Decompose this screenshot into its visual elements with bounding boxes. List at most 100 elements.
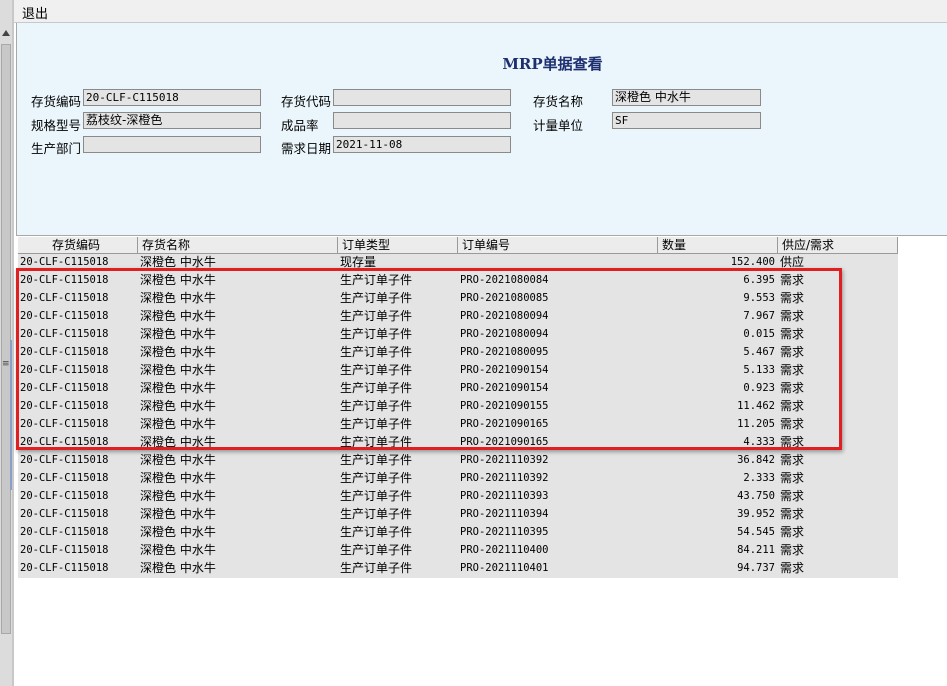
arrow-up-icon[interactable] [2,30,10,36]
table-row[interactable]: 20-CLF-C115018 深橙色 中水牛 生产订单子件 PRO-202108009… [18,308,898,326]
row-order-no: PRO-2021110395 [460,526,549,538]
row-supply-demand: 需求 [780,435,805,449]
row-inv-name: 深橙色 中水牛 [140,561,216,575]
row-supply-demand: 需求 [780,345,805,359]
inv-name-label: 存货名称 [533,94,584,109]
row-inv-name: 深橙色 中水牛 [140,309,216,323]
row-qty: 5.133 [743,364,775,376]
row-inv-name: 深橙色 中水牛 [140,435,216,449]
row-qty: 5.467 [743,346,775,358]
row-order-no: PRO-2021090165 [460,436,549,448]
row-order-type: 生产订单子件 [340,381,413,395]
row-inv-code: 20-CLF-C115018 [20,526,109,538]
inv-name-field[interactable]: 深橙色 中水牛 [612,89,761,106]
date-field[interactable]: 2021-11-08 [333,136,511,153]
row-order-type: 生产订单子件 [340,417,413,431]
col-header-order-no[interactable]: 订单编号 [458,237,658,254]
scroll-thumb[interactable] [1,44,11,634]
table-row[interactable]: 20-CLF-C115018 深橙色 中水牛 生产订单子件 PRO-202111040… [18,542,898,560]
row-order-type: 生产订单子件 [340,471,413,485]
table-row[interactable]: 20-CLF-C115018 深橙色 中水牛 生产订单子件 PRO-202108009… [18,326,898,344]
row-inv-name: 深橙色 中水牛 [140,291,216,305]
table-row[interactable]: 20-CLF-C115018 深橙色 中水牛 生产订单子件 PRO-202111039… [18,452,898,470]
row-order-type: 生产订单子件 [340,399,413,413]
row-inv-name: 深橙色 中水牛 [140,399,216,413]
row-supply-demand: 需求 [780,525,805,539]
row-order-type: 生产订单子件 [340,525,413,539]
left-scrollbar[interactable]: ≡ [0,0,14,686]
row-order-type: 生产订单子件 [340,345,413,359]
row-qty: 7.967 [743,310,775,322]
row-inv-name: 深橙色 中水牛 [140,453,216,467]
header-form-panel: MRP单据查看 存货编码 20-CLF-C115018 存货代码 存货名称 深橙… [16,23,947,236]
row-qty: 43.750 [737,490,775,502]
yield-field[interactable] [333,112,511,129]
table-row[interactable]: 20-CLF-C115018 深橙色 中水牛 生产订单子件 PRO-202111039… [18,488,898,506]
table-row[interactable]: 20-CLF-C115018 深橙色 中水牛 生产订单子件 PRO-202111039… [18,524,898,542]
table-row[interactable]: 20-CLF-C115018 深橙色 中水牛 生产订单子件 PRO-202108008… [18,290,898,308]
table-row[interactable]: 20-CLF-C115018 深橙色 中水牛 生产订单子件 PRO-202111039… [18,506,898,524]
col-header-qty[interactable]: 数量 [658,237,778,254]
row-order-type: 生产订单子件 [340,291,413,305]
inv-alias-field[interactable] [333,89,511,106]
row-qty: 54.545 [737,526,775,538]
col-header-inv-name[interactable]: 存货名称 [138,237,338,254]
row-qty: 4.333 [743,436,775,448]
row-inv-name: 深橙色 中水牛 [140,255,216,269]
row-order-no: PRO-2021090154 [460,382,549,394]
table-row[interactable]: 20-CLF-C115018 深橙色 中水牛 生产订单子件 PRO-202111039… [18,470,898,488]
row-order-type: 生产订单子件 [340,363,413,377]
inv-code-field[interactable]: 20-CLF-C115018 [83,89,261,106]
row-order-no: PRO-2021110401 [460,562,549,574]
row-inv-code: 20-CLF-C115018 [20,544,109,556]
grid-header-row: 存货编码 存货名称 订单类型 订单编号 数量 供应/需求 [18,237,898,254]
row-supply-demand: 需求 [780,417,805,431]
table-row[interactable]: 20-CLF-C115018 深橙色 中水牛 生产订单子件 PRO-202108008… [18,272,898,290]
table-row[interactable]: 20-CLF-C115018 深橙色 中水牛 现存量 152.400 供应 [18,254,898,272]
unit-label: 计量单位 [533,118,584,133]
row-qty: 36.842 [737,454,775,466]
row-inv-code: 20-CLF-C115018 [20,436,109,448]
row-order-type: 生产订单子件 [340,489,413,503]
col-header-supply-demand[interactable]: 供应/需求 [778,237,898,254]
table-row[interactable]: 20-CLF-C115018 深橙色 中水牛 生产订单子件 PRO-202109015… [18,398,898,416]
exit-menu-item[interactable]: 退出 [22,3,48,22]
dept-field[interactable] [83,136,261,153]
row-order-no: PRO-2021080094 [460,328,549,340]
table-row[interactable]: 20-CLF-C115018 深橙色 中水牛 生产订单子件 PRO-202111040… [18,560,898,578]
row-qty: 11.205 [737,418,775,430]
row-inv-name: 深橙色 中水牛 [140,543,216,557]
table-row[interactable]: 20-CLF-C115018 深橙色 中水牛 生产订单子件 PRO-202109015… [18,362,898,380]
row-order-no: PRO-2021080084 [460,274,549,286]
row-supply-demand: 需求 [780,453,805,467]
row-inv-name: 深橙色 中水牛 [140,471,216,485]
table-row[interactable]: 20-CLF-C115018 深橙色 中水牛 生产订单子件 PRO-202109015… [18,380,898,398]
row-inv-name: 深橙色 中水牛 [140,273,216,287]
row-order-no: PRO-2021080085 [460,292,549,304]
row-qty: 39.952 [737,508,775,520]
table-row[interactable]: 20-CLF-C115018 深橙色 中水牛 生产订单子件 PRO-202109016… [18,434,898,452]
row-inv-code: 20-CLF-C115018 [20,328,109,340]
col-header-order-type[interactable]: 订单类型 [338,237,458,254]
spec-field[interactable]: 荔枝纹-深橙色 [83,112,261,129]
row-order-no: PRO-2021090154 [460,364,549,376]
table-row[interactable]: 20-CLF-C115018 深橙色 中水牛 生产订单子件 PRO-202109016… [18,416,898,434]
row-inv-name: 深橙色 中水牛 [140,345,216,359]
row-order-type: 生产订单子件 [340,561,413,575]
row-inv-name: 深橙色 中水牛 [140,417,216,431]
row-qty: 0.015 [743,328,775,340]
unit-field[interactable]: SF [612,112,761,129]
splitter[interactable] [12,0,14,686]
row-qty: 9.553 [743,292,775,304]
row-qty: 6.395 [743,274,775,286]
inv-alias-label: 存货代码 [281,94,332,109]
row-inv-name: 深橙色 中水牛 [140,381,216,395]
row-inv-name: 深橙色 中水牛 [140,489,216,503]
row-supply-demand: 需求 [780,507,805,521]
row-qty: 2.333 [743,472,775,484]
inv-code-label: 存货编码 [31,94,82,109]
table-row[interactable]: 20-CLF-C115018 深橙色 中水牛 生产订单子件 PRO-202108009… [18,344,898,362]
row-inv-code: 20-CLF-C115018 [20,274,109,286]
row-order-no: PRO-2021110393 [460,490,549,502]
col-header-inv-code[interactable]: 存货编码 [18,237,138,254]
